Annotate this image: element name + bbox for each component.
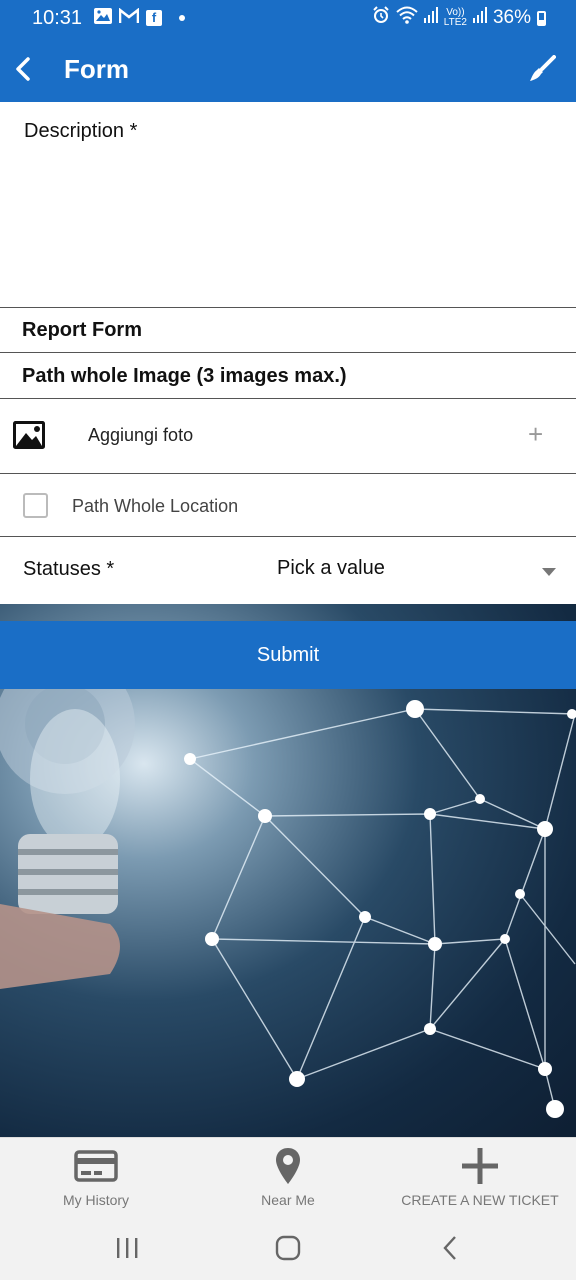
chevron-left-icon: [16, 57, 30, 81]
location-label: Path Whole Location: [72, 496, 239, 516]
description-input[interactable]: [0, 154, 576, 304]
description-label: Description *: [24, 120, 138, 142]
location-checkbox[interactable]: [23, 493, 48, 518]
battery-percent: 36%: [492, 7, 531, 28]
submit-button[interactable]: Submit: [0, 621, 576, 689]
network-type-label: Vo)) LTE2: [443, 7, 467, 28]
location-row: Path Whole Location: [0, 475, 576, 537]
map-pin-icon: [275, 1146, 301, 1186]
system-nav-bar: [0, 1217, 576, 1280]
statuses-row: Statuses * Pick a value: [0, 538, 576, 604]
statuses-dropdown[interactable]: Pick a value: [277, 556, 562, 586]
nav-label: CREATE A NEW TICKET: [401, 1192, 559, 1208]
description-field: Description *: [0, 102, 576, 308]
wifi-icon: [396, 6, 418, 30]
app-bar: Form: [0, 36, 576, 102]
facebook-icon: f: [146, 10, 163, 26]
bottom-nav: My History Near Me CREATE A NEW TICKET: [0, 1137, 576, 1217]
status-time: 10:31: [32, 6, 83, 29]
nav-label: Near Me: [261, 1192, 315, 1208]
signal-icon: [423, 7, 438, 29]
status-bar: 10:31 f Vo)) LTE2 36%: [0, 0, 576, 36]
gallery-icon: [94, 7, 113, 30]
theme-button[interactable]: [522, 49, 562, 89]
image-section-header: Path whole Image (3 images max.): [0, 354, 576, 399]
report-form-header: Report Form: [0, 308, 576, 353]
add-photo-label: Aggiungi foto: [88, 425, 194, 445]
home-icon: [275, 1235, 301, 1261]
battery-icon: [537, 10, 546, 26]
plus-icon[interactable]: +: [528, 419, 543, 449]
nav-near-me[interactable]: Near Me: [228, 1138, 348, 1218]
system-back-button[interactable]: [430, 1231, 470, 1265]
signal-icon: [472, 7, 487, 29]
statuses-selected-value: Pick a value: [277, 557, 385, 579]
alarm-icon: [372, 6, 390, 30]
image-icon: [13, 421, 45, 454]
statuses-label: Statuses *: [23, 558, 115, 580]
home-button[interactable]: [268, 1231, 308, 1265]
credit-card-icon: [74, 1146, 118, 1186]
dot-icon: [179, 15, 186, 21]
gmail-icon: [118, 6, 140, 30]
back-button[interactable]: [4, 49, 44, 89]
page-title: Form: [64, 53, 129, 84]
add-photo-row[interactable]: Aggiungi foto +: [0, 399, 576, 474]
system-icons: Vo)) LTE2 36%: [372, 6, 546, 30]
plus-icon: [461, 1146, 499, 1186]
nav-my-history[interactable]: My History: [36, 1138, 156, 1218]
recents-button[interactable]: [107, 1231, 147, 1265]
caret-down-icon: [542, 568, 556, 576]
recents-icon: [117, 1238, 138, 1258]
notification-icons: f: [94, 6, 186, 30]
back-icon: [443, 1236, 456, 1260]
nav-label: My History: [62, 1192, 130, 1208]
nav-create-ticket[interactable]: CREATE A NEW TICKET: [396, 1138, 564, 1218]
paintbrush-icon: [530, 55, 556, 81]
